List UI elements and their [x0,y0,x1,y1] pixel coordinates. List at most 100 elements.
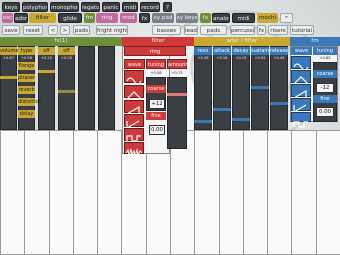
fx-col-label-1: type [18,47,35,55]
adsr-slider-marker [251,86,269,89]
module-button-3[interactable]: glide [58,13,82,23]
module-button-9[interactable]: xy keys [176,13,198,23]
ring-title: ring [124,46,186,56]
fx-col-value-0: +0.67 [2,56,14,60]
adsr-col-value-4: +0.45 [273,56,285,60]
module-button-1[interactable]: adsr [14,13,28,23]
saw-wave-button[interactable] [124,100,144,115]
fm-coarse-label: coarse [313,70,337,78]
bank-button-5[interactable]: risers [268,25,288,35]
triangle-wave-button[interactable] [124,85,144,100]
fx-col-label-3: off [58,47,75,55]
white-key[interactable] [242,130,269,255]
module-button-14[interactable]: ^ [280,13,293,23]
pads-button[interactable]: pads [73,25,90,35]
save-button[interactable]: save [2,25,20,35]
bank-button-2[interactable]: pads [200,25,227,35]
module-button-10[interactable]: fx [200,13,211,23]
toolbar-button-2[interactable]: monophonic [50,2,79,12]
adsr-col-label-1: attack [213,47,231,55]
fm-sine-button[interactable] [291,56,311,71]
fx-col-value-2: +0.25 [40,56,52,60]
square-wave-button[interactable] [124,128,144,142]
white-key[interactable] [72,130,99,255]
bank-button-0[interactable]: basses [152,25,181,35]
ring-tuning-label: tuning [146,59,166,69]
ring-wave-label: wave [124,59,145,69]
toolbar-button-7[interactable]: ? [163,2,172,12]
adsr-slider-marker [232,118,250,121]
reset-button[interactable]: reset [23,25,43,35]
next-preset-button[interactable]: > [60,25,70,35]
ring-amount-slider[interactable] [167,77,187,149]
fx-type-button-3[interactable]: distortion [18,98,42,106]
white-key[interactable] [194,130,220,255]
toolbar-button-0[interactable]: keys [2,2,20,12]
ring-coarse-value[interactable]: +12 [149,99,165,109]
toolbar-button-5[interactable]: midi [122,2,138,12]
module-button-11[interactable]: analog [212,13,230,23]
adsr-col-label-4: release [270,47,289,55]
white-key[interactable] [97,130,123,255]
ring-coarse-label: coarse [146,85,166,93]
bank-button-1[interactable]: leads [184,25,198,35]
toolbar-button-3[interactable]: legato [81,2,100,12]
module-button-13[interactable]: mochi [257,13,278,23]
adsr-col-value-3: +0.55 [254,56,266,60]
ring-amount-value: +0.73 [171,71,183,75]
toolbar-button-6[interactable]: record [140,2,160,12]
white-key[interactable] [0,130,26,255]
fm-ramp-button[interactable] [291,98,311,114]
white-key[interactable] [267,130,293,255]
ring-fine-label: fine [146,112,166,120]
white-key[interactable] [315,130,340,255]
fm-triangle-button[interactable] [291,70,311,85]
white-key[interactable] [48,130,74,255]
bank-button-3[interactable]: percussive [230,25,255,35]
fx-type-button-0[interactable]: flange [18,62,35,70]
sine-wave-button[interactable] [124,70,144,85]
ring-tuning-value: +0.08 [150,71,162,75]
fx-header: fx(1) [0,37,122,46]
module-button-8[interactable]: xy pad [152,13,174,23]
fm-saw-button[interactable] [291,84,311,99]
module-button-7[interactable]: fx [139,13,150,23]
module-button-12[interactable]: midi [232,13,255,23]
fm-tuning-label: tuning [313,47,337,55]
bank-button-4[interactable]: fx [257,25,266,35]
adsr-col-label-0: reso [194,47,212,55]
fm-coarse-value[interactable]: -12 [316,83,334,93]
fx-slider-marker [0,76,17,79]
fm-fine-value[interactable]: 0.00 [316,107,334,117]
fx-col-value-3: +0.00 [60,56,72,60]
module-button-4[interactable]: fm [84,13,95,23]
fx-extra-slider-0[interactable] [78,46,95,130]
adsr-col-value-0: +0.08 [197,56,209,60]
adsr-slider-marker [270,102,288,105]
fx-extra-slider-1[interactable] [98,46,115,130]
white-key[interactable] [291,130,317,255]
module-button-5[interactable]: ring [96,13,118,23]
toolbar-button-4[interactable]: panic [102,2,120,12]
fm-square-button[interactable] [291,112,311,128]
ring-amount-marker [167,93,187,96]
square-wave-icon [293,121,308,128]
white-key[interactable] [218,130,244,255]
adsr-col-label-3: sustain [251,47,269,55]
module-button-2[interactable]: filter [29,13,56,23]
preset-name[interactable]: fright night [96,25,128,35]
ramp-wave-button[interactable] [124,114,144,130]
bank-button-6[interactable]: tutorial [290,25,314,35]
noise-wave-button[interactable] [124,142,144,158]
white-key[interactable] [24,130,50,255]
fx-type-button-2[interactable]: reverb [18,86,35,94]
ring-fine-value[interactable]: 0.00 [149,125,165,135]
fx-type-button-4[interactable]: delay [18,110,35,118]
module-button-6[interactable]: mod [120,13,137,23]
prev-preset-button[interactable]: < [48,25,58,35]
toolbar-button-1[interactable]: polyphonic [22,2,48,12]
fx-col-label-0: volume [0,47,19,55]
adsr-col-label-2: decay [232,47,250,55]
fx-type-button-1[interactable]: phaser [18,74,35,82]
module-button-0[interactable]: osc [2,13,13,23]
